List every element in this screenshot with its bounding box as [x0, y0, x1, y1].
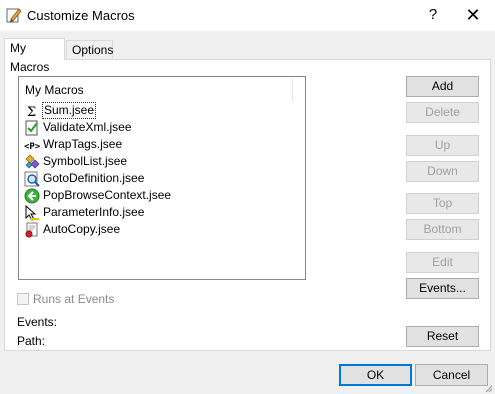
- list-item-autocopy[interactable]: AutoCopy.jsee: [24, 221, 121, 238]
- list-item-label: AutoCopy.jsee: [43, 222, 121, 236]
- checkbox-box[interactable]: [17, 293, 29, 305]
- list-item-label: ValidateXml.jsee: [43, 120, 132, 134]
- macro-list[interactable]: My Macros Σ Sum.jsee ValidateXml.jsee <P…: [18, 76, 306, 280]
- runs-at-events-checkbox[interactable]: Runs at Events: [17, 292, 114, 306]
- list-item-parameterinfo[interactable]: ParameterInfo.jsee: [24, 204, 145, 221]
- window-title: Customize Macros: [27, 8, 135, 23]
- copy-document-icon: [24, 222, 40, 238]
- list-item-validatexml[interactable]: ValidateXml.jsee: [24, 119, 133, 136]
- list-column-header: My Macros: [25, 83, 84, 97]
- resize-grip-icon[interactable]: [483, 382, 493, 393]
- svg-text:<P>: <P>: [24, 142, 40, 152]
- ok-button[interactable]: OK: [339, 364, 412, 386]
- list-item-label: ParameterInfo.jsee: [43, 205, 145, 219]
- list-item-gotodefinition[interactable]: GotoDefinition.jsee: [24, 170, 145, 187]
- list-item-symbollist[interactable]: SymbolList.jsee: [24, 153, 128, 170]
- list-item-label: GotoDefinition.jsee: [43, 171, 145, 185]
- title-bar: Customize Macros ? ✕: [0, 0, 495, 31]
- sigma-icon: Σ: [24, 103, 40, 120]
- move-bottom-button[interactable]: Bottom: [406, 219, 479, 240]
- delete-button[interactable]: Delete: [406, 102, 479, 123]
- app-edit-icon: [6, 7, 22, 23]
- events-label: Events:: [17, 315, 58, 329]
- parameter-info-icon: [24, 204, 40, 221]
- symbol-list-icon: [24, 154, 40, 170]
- reset-button[interactable]: Reset: [406, 326, 479, 347]
- magnifier-icon: [24, 171, 40, 187]
- path-label: Path:: [17, 334, 46, 348]
- cancel-button[interactable]: Cancel: [415, 364, 488, 386]
- list-item-label: PopBrowseContext.jsee: [43, 188, 172, 202]
- list-item-label: SymbolList.jsee: [43, 154, 128, 168]
- list-item-label: WrapTags.jsee: [43, 137, 123, 151]
- events-button[interactable]: Events...: [406, 278, 479, 299]
- close-button[interactable]: ✕: [458, 4, 488, 26]
- dialog-body: My Macros Options My Macros Σ Sum.jsee V…: [0, 31, 495, 394]
- list-item-label: Sum.jsee: [42, 102, 97, 119]
- move-up-button[interactable]: Up: [406, 135, 479, 156]
- tab-options[interactable]: Options: [66, 40, 113, 60]
- column-divider[interactable]: [292, 79, 293, 101]
- move-down-button[interactable]: Down: [406, 161, 479, 182]
- tag-brackets-icon: <P>: [24, 137, 41, 153]
- edit-button[interactable]: Edit: [406, 252, 479, 273]
- add-button[interactable]: Add: [406, 76, 479, 97]
- runs-at-events-label: Runs at Events: [33, 292, 115, 306]
- list-item-wraptags[interactable]: <P> WrapTags.jsee: [24, 136, 123, 153]
- move-top-button[interactable]: Top: [406, 193, 479, 214]
- tab-my-macros[interactable]: My Macros: [4, 38, 65, 74]
- back-arrow-icon: [24, 188, 40, 204]
- tab-panel-my-macros: My Macros Σ Sum.jsee ValidateXml.jsee <P…: [4, 59, 491, 351]
- help-button[interactable]: ?: [418, 4, 448, 26]
- validate-check-icon: [24, 120, 40, 136]
- list-item-sum[interactable]: Σ Sum.jsee: [24, 102, 97, 120]
- list-item-popbrowsecontext[interactable]: PopBrowseContext.jsee: [24, 187, 172, 204]
- svg-text:Σ: Σ: [27, 105, 36, 119]
